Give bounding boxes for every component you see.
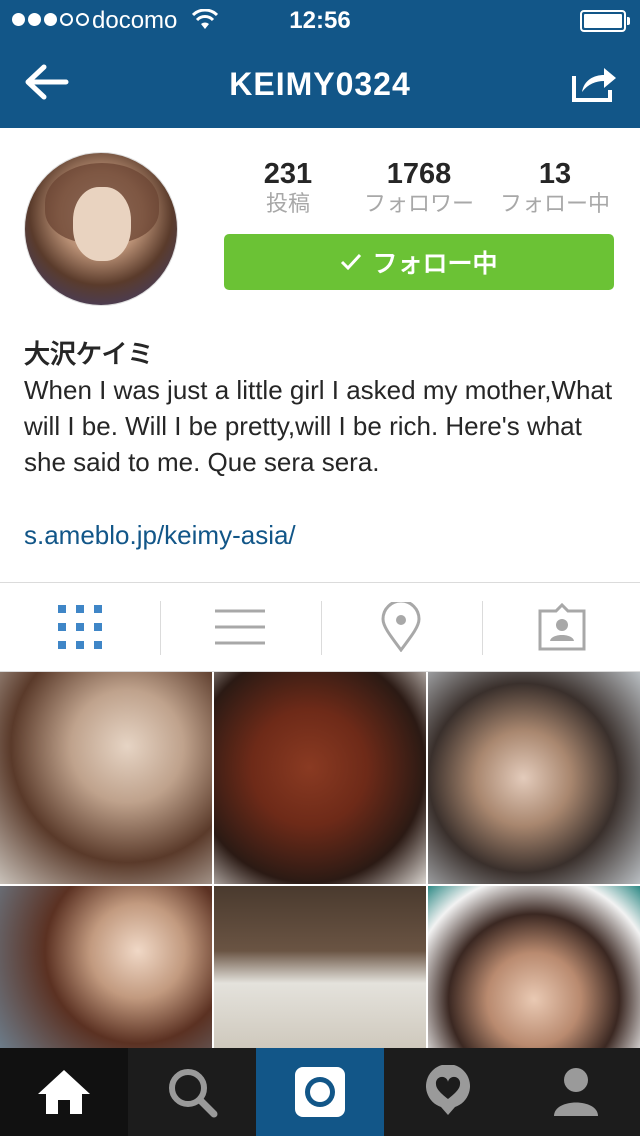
top-bar: docomo 12:56 KEIMY0324: [0, 0, 640, 128]
tab-grid-view[interactable]: [0, 583, 160, 671]
photo-thumbnail[interactable]: [214, 886, 426, 1048]
avatar[interactable]: [24, 152, 178, 306]
followers-count: 1768: [386, 158, 452, 190]
following-button[interactable]: フォロー中: [224, 234, 614, 290]
tab-list-view[interactable]: [160, 583, 320, 671]
nav-profile[interactable]: [512, 1048, 640, 1136]
profile-username-title: KEIMY0324: [229, 66, 411, 102]
profile-stats: 231 投稿 1768 フォロワー 13 フォロー中: [224, 158, 616, 218]
posts-count: 231: [263, 158, 313, 190]
camera-icon: [295, 1067, 345, 1117]
status-bar: docomo 12:56: [0, 0, 640, 40]
profile-icon: [554, 1068, 598, 1116]
search-icon: [169, 1069, 218, 1118]
list-view-icon: [215, 609, 265, 645]
nav-camera[interactable]: [256, 1048, 384, 1136]
status-time: 12:56: [289, 7, 351, 34]
battery-icon: [580, 10, 630, 32]
location-pin-icon: [381, 602, 421, 652]
profile-view-tabs: [0, 582, 640, 672]
tab-location-view[interactable]: [321, 583, 481, 671]
profile-website-link[interactable]: s.ameblo.jp/keimy-asia/: [24, 520, 296, 551]
photo-grid: [0, 672, 640, 1048]
profile-bio: When I was just a little girl I asked my…: [24, 375, 613, 477]
grid-view-icon: [58, 605, 102, 649]
profile-display-name: 大沢ケイミ: [24, 339, 154, 369]
posts-label: 投稿: [265, 191, 310, 216]
home-icon: [38, 1070, 90, 1114]
nav-activity[interactable]: [384, 1048, 512, 1136]
nav-search[interactable]: [128, 1048, 256, 1136]
bottom-navigation: [0, 1048, 640, 1136]
photo-thumbnail[interactable]: [0, 672, 212, 884]
following-label: フォロー中: [499, 191, 610, 216]
following-stat[interactable]: 13 フォロー中: [490, 158, 620, 218]
following-count: 13: [538, 158, 572, 190]
photo-thumbnail[interactable]: [0, 886, 212, 1048]
followers-stat[interactable]: 1768 フォロワー: [354, 158, 484, 218]
checkmark-icon: [341, 253, 362, 271]
photo-thumbnail[interactable]: [428, 886, 640, 1048]
photo-thumbnail[interactable]: [428, 672, 640, 884]
tab-tagged-view[interactable]: [482, 583, 640, 671]
photo-thumbnail[interactable]: [214, 672, 426, 884]
followers-label: フォロワー: [363, 191, 474, 216]
activity-heart-icon: [426, 1065, 470, 1115]
tagged-photos-icon: [538, 603, 586, 651]
following-button-label: フォロー中: [372, 250, 498, 278]
posts-stat[interactable]: 231 投稿: [240, 158, 336, 218]
share-icon[interactable]: [570, 62, 618, 104]
nav-home[interactable]: [0, 1048, 128, 1136]
